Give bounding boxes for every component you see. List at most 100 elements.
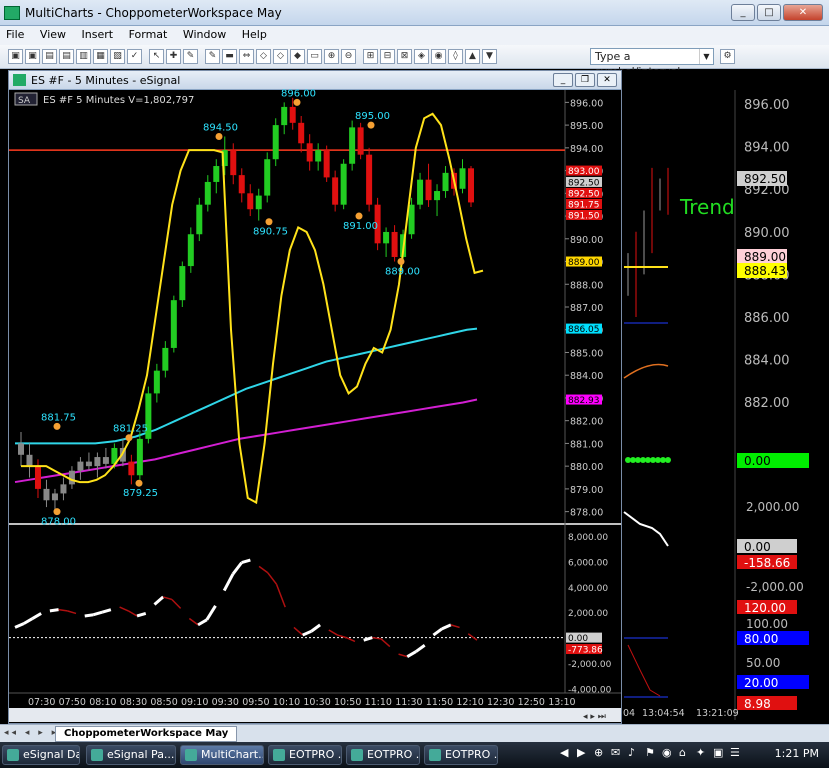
swing-point-label: 896.00 xyxy=(281,88,316,99)
candle-body xyxy=(340,163,347,205)
time-axis-label: 12:30 xyxy=(487,697,514,708)
candle-body xyxy=(68,470,75,485)
tray-icon[interactable]: ▶ xyxy=(577,746,585,759)
task-eotpro-3[interactable]: EOTPRO ... xyxy=(424,745,498,765)
sub-axis-label: 4,000.00 xyxy=(568,584,608,594)
legend-badge: SA xyxy=(18,96,31,106)
sub-axis-label: 6,000.00 xyxy=(568,558,608,568)
candle-body xyxy=(179,266,186,301)
tray-icon[interactable]: ✦ xyxy=(696,746,705,759)
app-icon xyxy=(185,749,197,761)
right-tag: 0.00 xyxy=(744,454,771,468)
tray-icon[interactable]: ☰ xyxy=(730,746,740,759)
candle-body xyxy=(349,127,356,164)
candle-body xyxy=(272,125,279,160)
candle-body xyxy=(255,195,262,210)
candle-body xyxy=(417,179,424,205)
app-icon xyxy=(273,749,285,761)
candle-body xyxy=(60,484,67,494)
price-axis-label: 881.00 xyxy=(570,439,603,450)
candle-body xyxy=(77,461,84,471)
right-price-label: 890.00 xyxy=(744,226,790,241)
candle-body xyxy=(204,181,211,205)
time-axis-label: 11:10 xyxy=(365,697,392,708)
price-tag: 889.00 xyxy=(568,258,600,268)
right-panel-bg xyxy=(622,70,829,724)
clock[interactable]: 1:21 PM xyxy=(775,747,819,760)
tray-icon[interactable]: ◀ xyxy=(560,746,568,759)
tray-icon[interactable]: ▣ xyxy=(713,746,723,759)
tray-icon[interactable]: ⌂ xyxy=(679,746,686,759)
task-eotpro-2[interactable]: EOTPRO ... xyxy=(346,745,420,765)
candle-body xyxy=(102,457,109,464)
time-axis-label: 10:10 xyxy=(273,697,300,708)
swing-point-label: 879.25 xyxy=(123,488,158,499)
right-price-label: 894.00 xyxy=(744,141,790,156)
price-axis-label: 878.00 xyxy=(570,508,603,519)
tray-icon[interactable]: ⚑ xyxy=(645,746,655,759)
swing-point-marker xyxy=(355,212,363,220)
app-icon xyxy=(429,749,441,761)
candle-body xyxy=(26,454,33,467)
task-eotpro-1[interactable]: EOTPRO ... xyxy=(268,745,342,765)
right-sub-axis-label: 2,000.00 xyxy=(746,500,799,514)
candle-body xyxy=(434,191,441,201)
right-time-label: 13:21:09 xyxy=(696,708,739,719)
price-chart[interactable]: SA ES #F 5 Minutes V=1,802,797 896.00 895.0… xyxy=(9,71,621,723)
candle-body xyxy=(196,204,203,235)
right-price-label: 884.00 xyxy=(744,354,790,369)
scroll-left-icon: ◂ ▸ ⏭ xyxy=(583,712,606,722)
right-tag: 888.43 xyxy=(744,264,786,278)
task-esignal-page[interactable]: eSignal Pa... xyxy=(86,745,176,765)
sub-axis-label: 2,000.00 xyxy=(568,609,608,619)
tray-icon[interactable]: ⊕ xyxy=(594,746,603,759)
right-price-label: 886.00 xyxy=(744,311,790,326)
task-multicharts[interactable]: MultiChart... xyxy=(180,745,264,765)
taskbar: eSignal Da... eSignal Pa... MultiChart..… xyxy=(0,742,829,768)
chart-window[interactable]: ES #F - 5 Minutes - eSignal _ ❐ ✕ SA ES #… xyxy=(8,70,622,724)
time-axis-label: 07:30 xyxy=(28,697,55,708)
time-axis-label: 08:10 xyxy=(89,697,116,708)
candle-body xyxy=(94,457,101,467)
trend-label: Trend xyxy=(679,195,735,219)
time-axis-label: 08:30 xyxy=(120,697,147,708)
right-time-label: 04 xyxy=(623,708,635,719)
task-esignal-data[interactable]: eSignal Da... xyxy=(2,745,80,765)
candle-body xyxy=(230,150,237,176)
time-axis-label: 07:50 xyxy=(59,697,86,708)
tray-icon[interactable]: ◉ xyxy=(662,746,672,759)
sub-tag: 0.00 xyxy=(568,634,588,644)
price-tag: 892.50 xyxy=(568,189,600,199)
time-axis-label: 09:30 xyxy=(212,697,239,708)
candle-body xyxy=(153,370,160,394)
price-axis-label: 879.00 xyxy=(570,485,603,496)
right-sub-axis-label: 50.00 xyxy=(746,656,780,670)
swing-point-label: 890.75 xyxy=(253,227,288,238)
app-icon xyxy=(351,749,363,761)
right-sub-tag: -158.66 xyxy=(744,556,790,570)
price-axis-label: 887.00 xyxy=(570,303,603,314)
sub-axis-label: -4,000.00 xyxy=(568,685,612,695)
right-sub-axis-label: 100.00 xyxy=(746,617,788,631)
sub-tag: -773.86 xyxy=(568,646,603,656)
swing-point-label: 881.75 xyxy=(41,412,76,423)
price-axis-label: 894.00 xyxy=(570,144,603,155)
time-axis-label: 10:50 xyxy=(334,697,361,708)
right-tag: 889.00 xyxy=(744,250,786,264)
right-time-label: 13:04:54 xyxy=(642,708,685,719)
swing-point-marker xyxy=(265,218,273,226)
tray-icon[interactable]: ✉ xyxy=(611,746,620,759)
price-tag: 886.05 xyxy=(568,325,600,335)
tray-icon[interactable]: ♪ xyxy=(628,746,635,759)
price-axis-label: 880.00 xyxy=(570,462,603,473)
candle-body xyxy=(408,204,415,235)
price-axis-label: 882.00 xyxy=(570,417,603,428)
right-sub-tag: 20.00 xyxy=(744,676,778,690)
price-axis-label: 895.00 xyxy=(570,121,603,132)
candle-body xyxy=(85,461,92,467)
price-tag: 882.93 xyxy=(568,396,600,406)
oscillator-segment xyxy=(49,608,59,613)
time-axis-label: 09:50 xyxy=(242,697,269,708)
workspace-tab[interactable]: ChoppometerWorkspace May xyxy=(55,726,238,742)
right-sub-tag: 120.00 xyxy=(744,601,786,615)
